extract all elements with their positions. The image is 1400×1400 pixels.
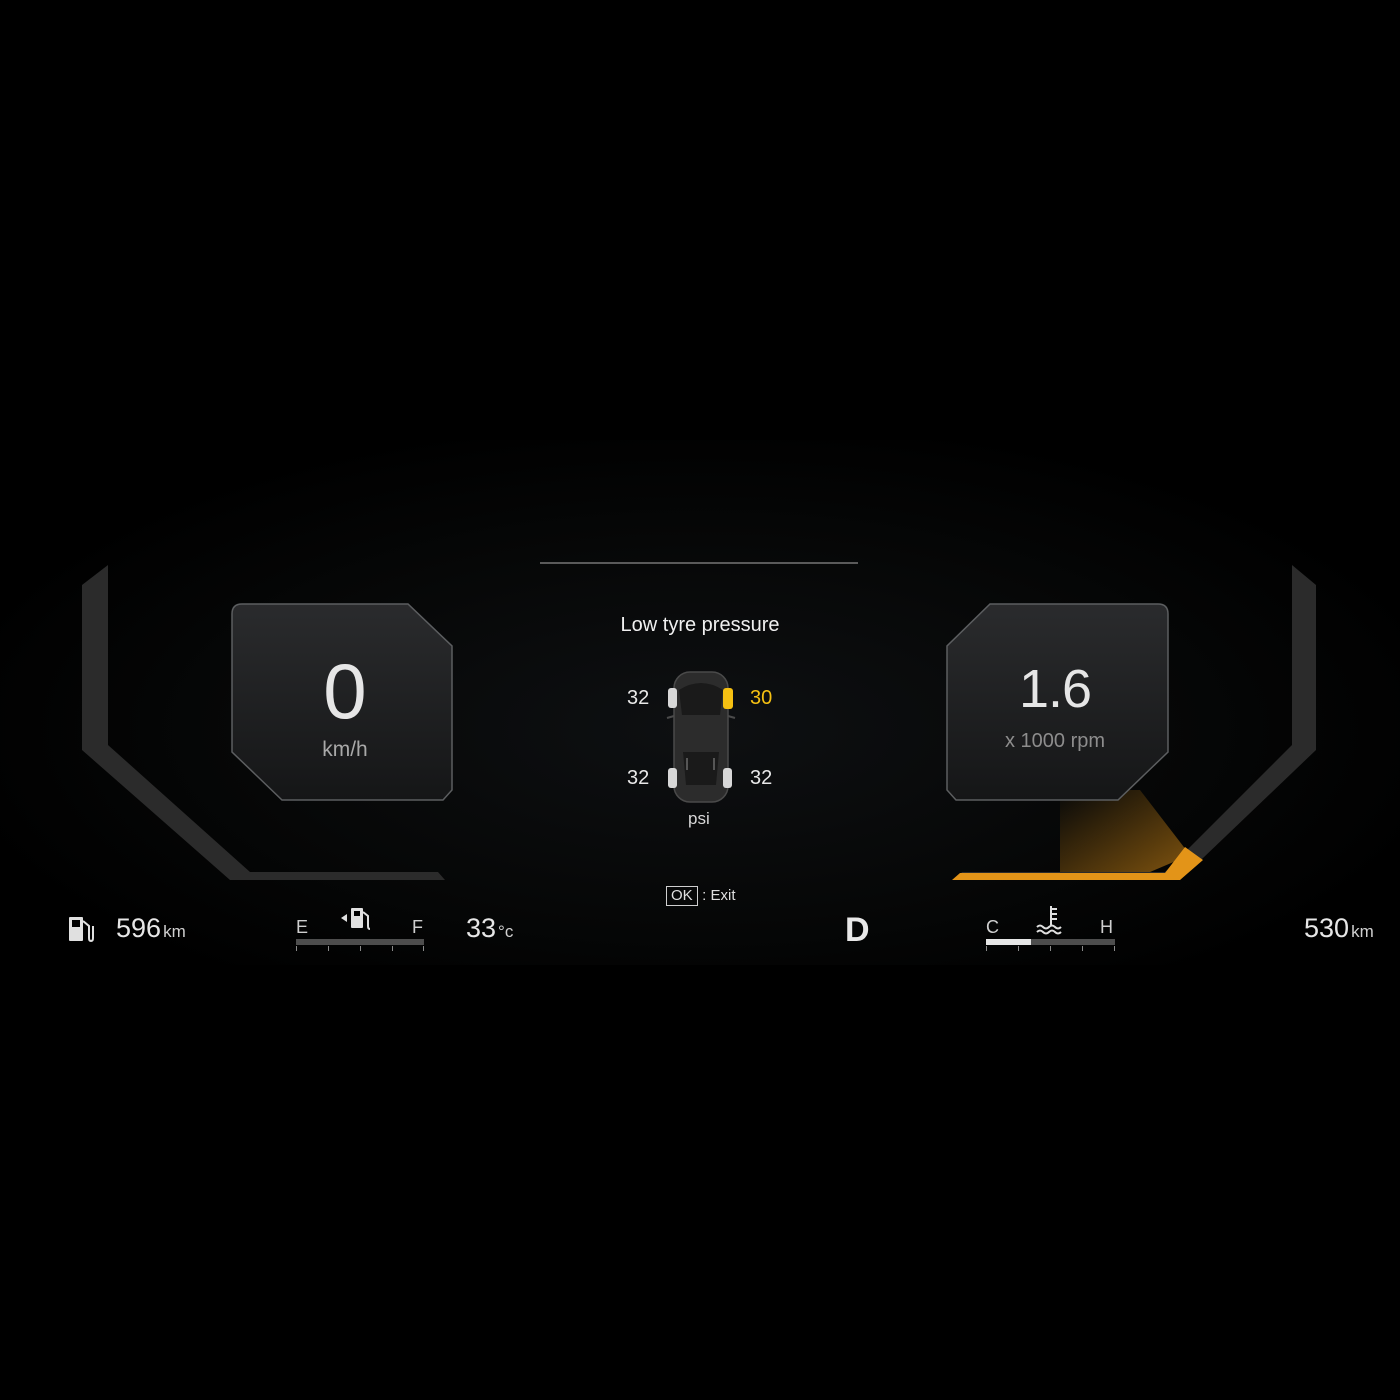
pressure-unit: psi bbox=[688, 809, 710, 828]
trip-distance-unit: km bbox=[1351, 922, 1374, 941]
exit-hint[interactable]: OK : Exit bbox=[666, 886, 735, 906]
coolant-hot-label: H bbox=[1100, 917, 1113, 937]
coolant-tick bbox=[1082, 946, 1083, 951]
fuel-tick bbox=[360, 946, 361, 951]
cluster-frame bbox=[69, 562, 1316, 943]
fuel-gauge-bar bbox=[296, 939, 424, 945]
tyre-front-left-value: 32 bbox=[627, 687, 650, 709]
coolant-gauge-bar bbox=[986, 939, 1115, 945]
coolant-cold-label: C bbox=[986, 917, 999, 937]
fuel-range-value: 596 bbox=[116, 913, 162, 943]
rpm-value: 1.6 bbox=[1018, 659, 1092, 719]
fuel-pump-icon bbox=[69, 917, 94, 943]
fuel-tick bbox=[328, 946, 329, 951]
speedometer: 0 km/h bbox=[245, 652, 445, 762]
outside-temp-unit: °c bbox=[498, 922, 514, 941]
gear-indicator: D bbox=[845, 911, 870, 949]
outside-temp-value: 33 bbox=[466, 913, 497, 943]
tyre-rear-left-icon bbox=[668, 768, 677, 788]
coolant-tick bbox=[1050, 946, 1051, 951]
rpm-unit: x 1000 rpm bbox=[1004, 730, 1106, 752]
tachometer: 1.6 x 1000 rpm bbox=[955, 662, 1155, 753]
fuel-full-label: F bbox=[412, 917, 423, 937]
coolant-temp-icon bbox=[1036, 906, 1062, 935]
fuel-door-icon bbox=[341, 908, 371, 930]
fuel-range-unit: km bbox=[163, 922, 186, 941]
fuel-tick bbox=[296, 946, 297, 951]
fuel-range: 596 km bbox=[116, 913, 186, 944]
tyre-front-left-icon bbox=[668, 688, 677, 708]
tyre-rear-right-icon bbox=[723, 768, 732, 788]
trip-distance: 530 km bbox=[1304, 913, 1374, 944]
coolant-tick bbox=[1018, 946, 1019, 951]
exit-label: : Exit bbox=[702, 887, 736, 904]
tyre-rear-right-value: 32 bbox=[750, 767, 773, 789]
coolant-tick bbox=[986, 946, 987, 951]
tyre-front-right-icon bbox=[723, 688, 733, 709]
coolant-gauge-fill bbox=[986, 939, 1032, 945]
speed-value: 0 bbox=[323, 647, 367, 735]
trip-distance-value: 530 bbox=[1304, 913, 1350, 943]
tyre-front-right-value: 30 bbox=[750, 687, 773, 709]
coolant-tick bbox=[1114, 946, 1115, 951]
rpm-glow bbox=[1060, 790, 1190, 872]
ok-key[interactable]: OK bbox=[666, 886, 698, 906]
tyre-pressure-title: Low tyre pressure bbox=[620, 614, 780, 636]
tyre-rear-left-value: 32 bbox=[627, 767, 650, 789]
fuel-tick bbox=[392, 946, 393, 951]
fuel-empty-label: E bbox=[296, 917, 309, 937]
speed-unit: km/h bbox=[322, 738, 368, 761]
fuel-tick bbox=[423, 946, 424, 951]
outside-temperature: 33 °c bbox=[466, 913, 513, 944]
